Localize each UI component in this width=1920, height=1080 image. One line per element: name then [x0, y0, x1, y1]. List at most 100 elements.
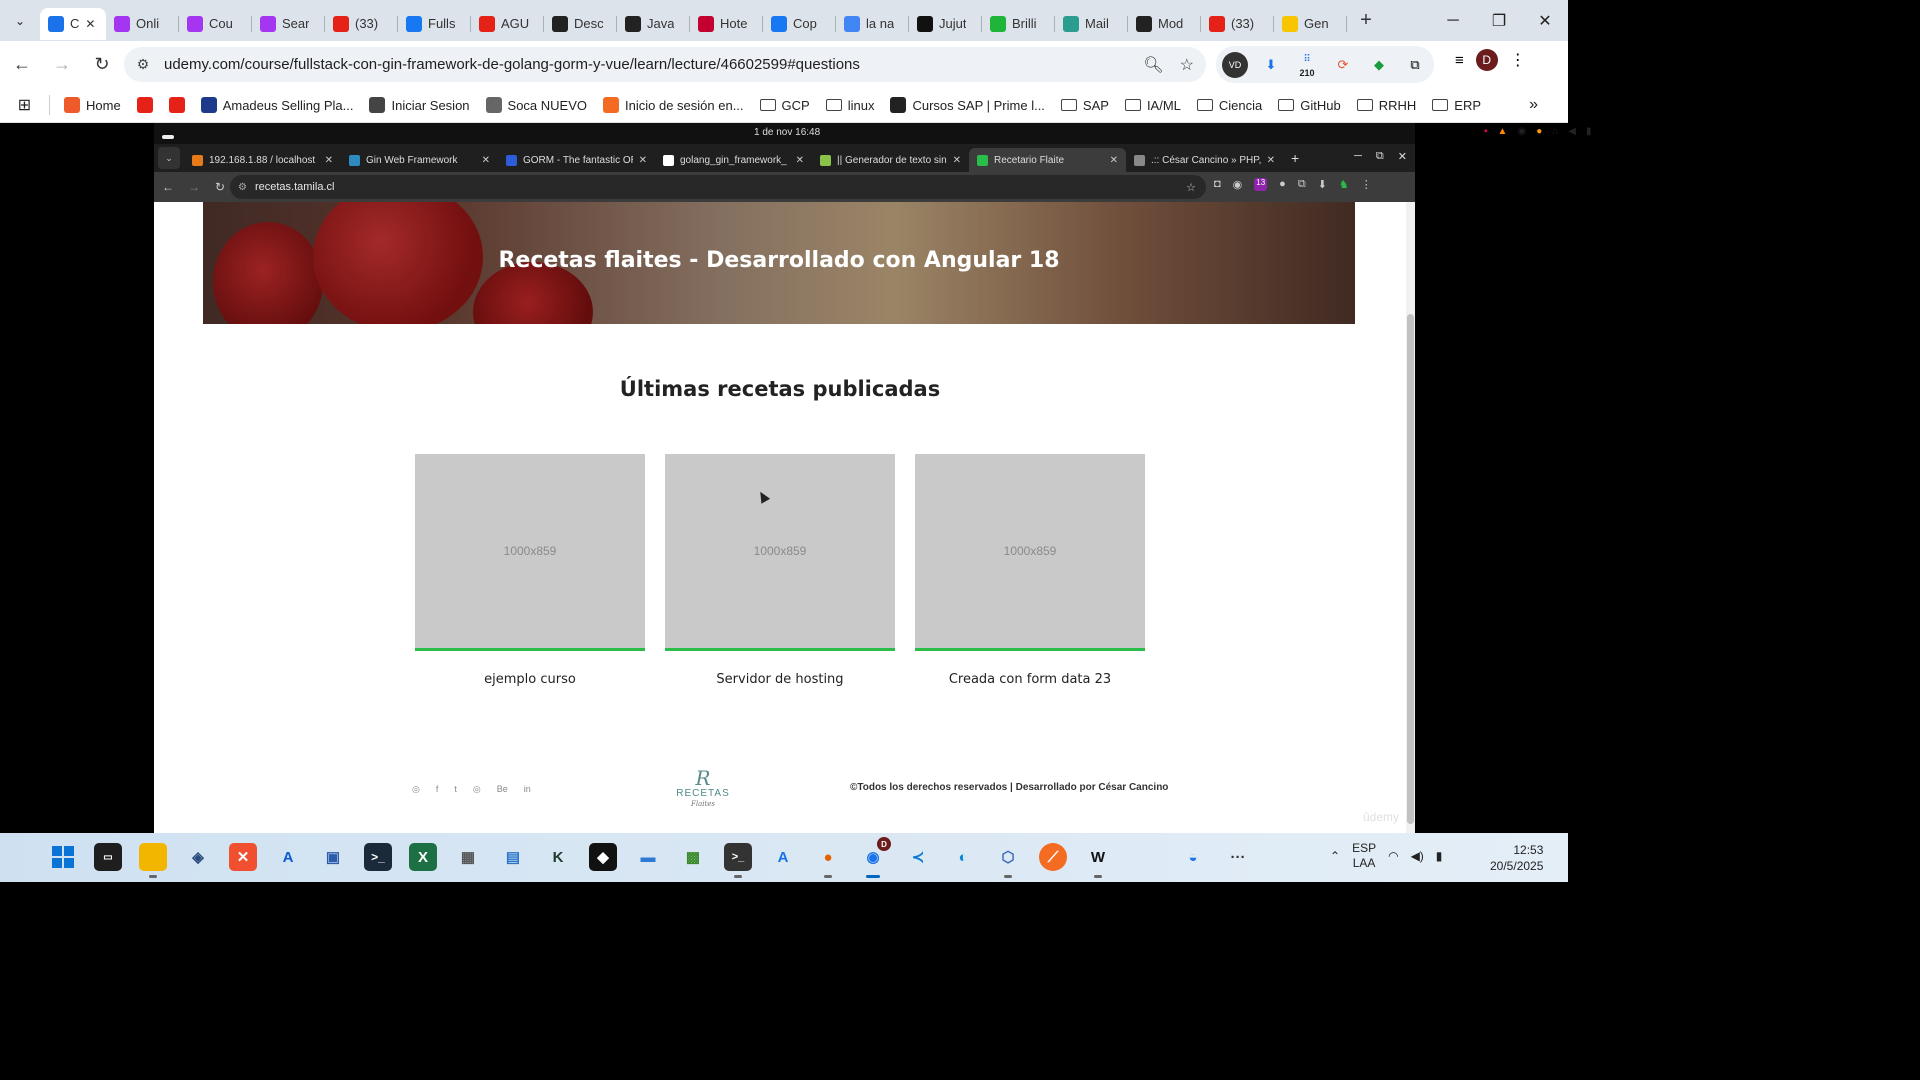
menu-kebab-icon[interactable]: ⋮: [1510, 50, 1526, 70]
app-store-icon[interactable]: A: [769, 843, 797, 871]
linkedin-icon[interactable]: in: [524, 784, 531, 795]
green-extension-icon[interactable]: ◆: [1366, 52, 1392, 78]
twitter-icon[interactable]: t: [454, 784, 457, 795]
browser-tab[interactable]: Onli: [106, 8, 179, 40]
remote-reload-button[interactable]: ↻: [208, 180, 232, 194]
footer-logo[interactable]: R RECETAS Flaites: [676, 768, 730, 809]
w-app-icon[interactable]: W: [1084, 843, 1112, 878]
scrollbar-thumb[interactable]: [1407, 314, 1414, 824]
photos-app-icon[interactable]: ▩: [679, 843, 707, 871]
remote-desktop-icon[interactable]: ▤: [499, 843, 527, 871]
close-tab-icon[interactable]: ✕: [85, 17, 95, 31]
browser-tab[interactable]: Sear: [252, 8, 325, 40]
back-button[interactable]: ←: [4, 47, 40, 83]
remote-download-icon[interactable]: ⬇: [1318, 178, 1327, 191]
remote-tab[interactable]: || Generador de texto sin ✕: [812, 148, 969, 172]
recipe-image-placeholder[interactable]: 1000x859: [915, 454, 1145, 651]
browser-tab[interactable]: (33): [325, 8, 398, 40]
network-tool-icon[interactable]: ▣: [319, 843, 347, 871]
remote-site-info-icon[interactable]: ⚙: [238, 182, 247, 193]
address-bar[interactable]: ⚙ udemy.com/course/fullstack-con-gin-fra…: [124, 47, 1206, 82]
remote-address-bar[interactable]: ⚙ recetas.tamila.cl ☆: [230, 175, 1206, 199]
maximize-button[interactable]: ❐: [1476, 0, 1522, 41]
remote-back-button[interactable]: ←: [156, 180, 180, 194]
browser-tab[interactable]: Mail: [1055, 8, 1128, 40]
speaker-icon[interactable]: ◀): [1411, 849, 1424, 863]
bookmark-folder[interactable]: SAP: [1060, 98, 1109, 113]
remote-extensions-puzzle-icon[interactable]: ⧉: [1298, 178, 1306, 191]
browser-tab[interactable]: Java: [617, 8, 690, 40]
remote-close-button[interactable]: ✕: [1398, 150, 1407, 163]
address-url[interactable]: udemy.com/course/fullstack-con-gin-frame…: [164, 56, 860, 73]
recipe-image-placeholder[interactable]: 1000x859: [665, 454, 895, 651]
bookmark-item[interactable]: Iniciar Sesion: [369, 97, 470, 113]
bookmark-item[interactable]: Soca NUEVO: [485, 97, 587, 113]
remote-tab[interactable]: .:: César Cancino » PHP, l ✕: [1126, 148, 1283, 172]
browser-tab-active[interactable]: C ✕: [40, 7, 106, 40]
browser-tab[interactable]: Gen: [1274, 8, 1347, 40]
bookmark-item[interactable]: Cursos SAP | Prime l...: [890, 97, 1045, 113]
browser-tab[interactable]: Hote: [690, 8, 763, 40]
remote-close-tab-icon[interactable]: ✕: [796, 155, 804, 166]
facebook-icon[interactable]: f: [436, 784, 439, 795]
minimize-button[interactable]: ─: [1430, 0, 1476, 41]
remote-tab[interactable]: 192.168.1.88 / localhost ✕: [184, 148, 341, 172]
recipe-image-placeholder[interactable]: 1000x859: [415, 454, 645, 651]
virtualbox-icon[interactable]: ◈: [184, 843, 212, 871]
workspace-indicator[interactable]: [162, 131, 180, 150]
recipe-caption[interactable]: Creada con form data 23: [915, 672, 1145, 687]
epic-games-icon[interactable]: ◆: [589, 843, 617, 871]
calculator-icon[interactable]: ▦: [454, 843, 482, 871]
start-button-icon[interactable]: [49, 843, 77, 871]
remote-minimize-button[interactable]: ─: [1354, 150, 1362, 163]
browser-tab[interactable]: Brilli: [982, 8, 1055, 40]
browser-tab[interactable]: Cou: [179, 8, 252, 40]
recipe-card[interactable]: 1000x859 Servidor de hosting: [665, 454, 895, 687]
docker-icon[interactable]: ◒: [1179, 843, 1207, 871]
circle-extension-icon[interactable]: ●: [1279, 178, 1286, 191]
chrome-icon[interactable]: ◉ D: [859, 837, 891, 878]
powershell-icon[interactable]: >_: [364, 843, 392, 871]
apps-grid-icon[interactable]: ⊞: [0, 95, 50, 115]
remote-close-tab-icon[interactable]: ✕: [482, 155, 490, 166]
browser-tab[interactable]: Desc: [544, 8, 617, 40]
remote-tab[interactable]: Gin Web Framework ✕: [341, 148, 498, 172]
media-control-icon[interactable]: ≡: [1455, 52, 1464, 69]
download-extension-icon[interactable]: ⬇: [1258, 52, 1284, 78]
remote-tab-search-button[interactable]: ⌄: [158, 147, 180, 169]
page-scrollbar[interactable]: [1406, 202, 1415, 833]
remote-menu-kebab-icon[interactable]: ⋮: [1361, 178, 1372, 191]
tab-search-button[interactable]: ⌄: [0, 0, 40, 41]
tray-chevron-icon[interactable]: ⌃: [1330, 849, 1340, 863]
bookmark-item[interactable]: Inicio de sesión en...: [603, 97, 744, 113]
zoom-icon[interactable]: 🔍︎: [1143, 55, 1163, 75]
azure-icon[interactable]: A: [274, 843, 302, 871]
bookmarks-overflow-icon[interactable]: »: [1529, 96, 1538, 114]
k-app-icon[interactable]: K: [544, 843, 572, 871]
remote-address-url[interactable]: recetas.tamila.cl: [255, 181, 334, 193]
vscode-icon[interactable]: ≺: [904, 843, 932, 871]
remote-bookmark-star-icon[interactable]: ☆: [1186, 181, 1196, 194]
counter-extension-icon[interactable]: ⠿ 210: [1294, 52, 1320, 78]
site-info-icon[interactable]: ⚙: [128, 56, 158, 73]
terminal-icon[interactable]: ▭: [94, 843, 122, 871]
vpn-extension-icon[interactable]: VD: [1222, 51, 1248, 78]
battery-icon[interactable]: ▮: [1436, 849, 1443, 863]
sync-extension-icon[interactable]: ⟳: [1330, 52, 1356, 78]
recipe-card[interactable]: 1000x859 Creada con form data 23: [915, 454, 1145, 687]
remote-close-tab-icon[interactable]: ✕: [639, 155, 647, 166]
more-apps-icon[interactable]: ···: [1224, 843, 1252, 871]
language-indicator[interactable]: ESP LAA: [1352, 841, 1376, 871]
cmd-icon[interactable]: >_: [724, 843, 752, 878]
browser-tab[interactable]: AGU: [471, 8, 544, 40]
bookmark-folder[interactable]: RRHH: [1356, 98, 1416, 113]
edge-icon[interactable]: ◐: [949, 843, 977, 871]
remote-tab-active[interactable]: Recetario Flaite ✕: [969, 148, 1126, 172]
new-tab-button[interactable]: +: [1351, 9, 1381, 32]
bookmark-item[interactable]: Home: [64, 97, 121, 113]
bookmark-star-icon[interactable]: ☆: [1180, 55, 1194, 75]
profile-avatar[interactable]: D: [1475, 49, 1498, 71]
xampp-icon[interactable]: ✕: [229, 843, 257, 871]
remote-close-tab-icon[interactable]: ✕: [325, 155, 333, 166]
chat-extension-icon[interactable]: ◉: [1233, 178, 1243, 191]
